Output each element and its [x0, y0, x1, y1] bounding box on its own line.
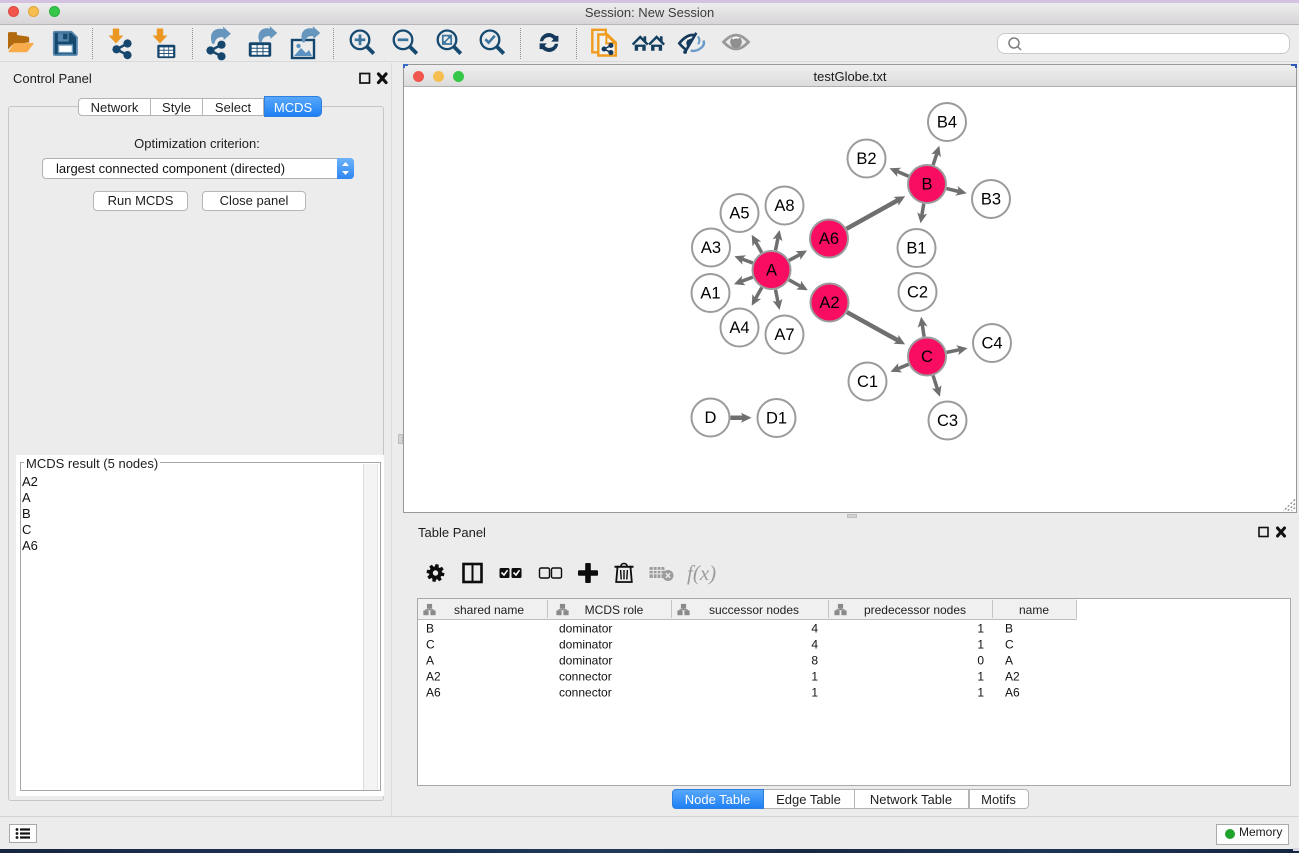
svg-text:1: 1 [977, 638, 984, 652]
svg-text:8: 8 [811, 654, 818, 668]
svg-text:A: A [426, 654, 434, 668]
svg-text:0: 0 [977, 654, 984, 668]
svg-text:dominator: dominator [559, 638, 612, 652]
svg-text:C1: C1 [857, 373, 878, 391]
svg-text:A6: A6 [819, 230, 839, 248]
svg-text:predecessor nodes: predecessor nodes [864, 603, 966, 617]
svg-text:C2: C2 [907, 284, 928, 302]
svg-text:B3: B3 [981, 191, 1001, 209]
svg-text:shared name: shared name [454, 603, 524, 617]
svg-text:B: B [1005, 622, 1013, 636]
svg-text:dominator: dominator [559, 622, 612, 636]
svg-text:A2: A2 [426, 670, 441, 684]
svg-text:B: B [921, 176, 932, 194]
svg-text:A6: A6 [1005, 686, 1020, 700]
svg-text:A7: A7 [774, 326, 794, 344]
svg-text:A6: A6 [426, 686, 441, 700]
svg-text:B2: B2 [856, 150, 876, 168]
svg-text:1: 1 [811, 670, 818, 684]
svg-text:dominator: dominator [559, 654, 612, 668]
svg-text:connector: connector [559, 670, 612, 684]
svg-text:B1: B1 [906, 240, 926, 258]
svg-text:A: A [1005, 654, 1013, 668]
svg-text:1: 1 [977, 686, 984, 700]
svg-text:C: C [921, 348, 933, 366]
svg-text:4: 4 [811, 622, 818, 636]
svg-text:f(x): f(x) [687, 561, 716, 585]
svg-text:A4: A4 [729, 319, 749, 337]
svg-text:C: C [1005, 638, 1014, 652]
svg-text:A2: A2 [1005, 670, 1020, 684]
svg-text:C: C [426, 638, 435, 652]
svg-text:C3: C3 [937, 412, 958, 430]
svg-text:A8: A8 [774, 197, 794, 215]
svg-text:A3: A3 [701, 239, 721, 257]
svg-text:B: B [426, 622, 434, 636]
svg-text:name: name [1019, 603, 1049, 617]
svg-text:1: 1 [977, 670, 984, 684]
svg-text:A: A [766, 262, 777, 280]
svg-text:C4: C4 [981, 335, 1002, 353]
svg-text:4: 4 [811, 638, 818, 652]
svg-text:A2: A2 [819, 294, 839, 312]
svg-text:B4: B4 [937, 114, 957, 132]
svg-text:A1: A1 [700, 285, 720, 303]
svg-text:successor nodes: successor nodes [709, 603, 799, 617]
svg-text:A5: A5 [729, 205, 749, 223]
svg-text:1: 1 [977, 622, 984, 636]
svg-text:MCDS role: MCDS role [585, 603, 644, 617]
svg-text:1: 1 [811, 686, 818, 700]
svg-text:connector: connector [559, 686, 612, 700]
svg-text:D: D [705, 409, 717, 427]
svg-text:D1: D1 [766, 410, 787, 428]
